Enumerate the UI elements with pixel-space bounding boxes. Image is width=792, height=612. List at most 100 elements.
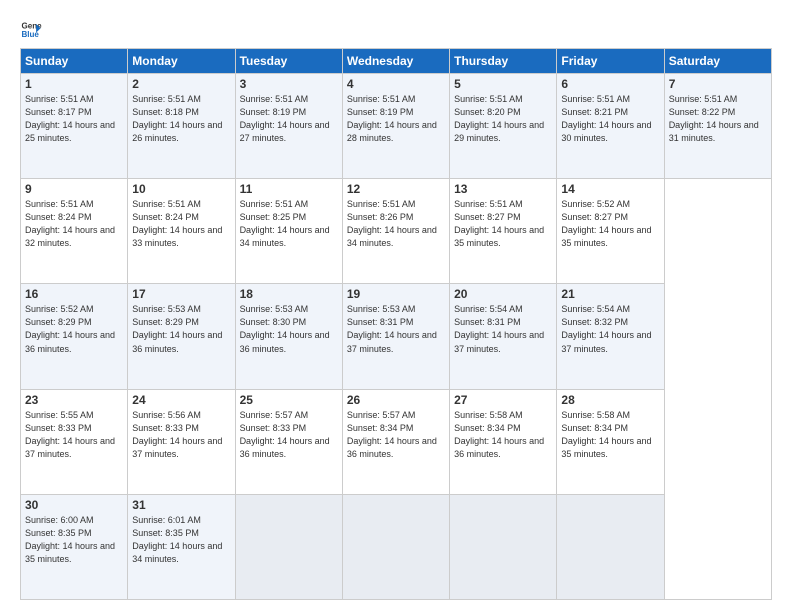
calendar-cell: 28 Sunrise: 5:58 AMSunset: 8:34 PMDayligh… [557,389,664,494]
day-info: Sunrise: 5:51 AMSunset: 8:21 PMDaylight:… [561,93,659,145]
day-number: 3 [240,77,338,91]
calendar-cell: 26 Sunrise: 5:57 AMSunset: 8:34 PMDayligh… [342,389,449,494]
day-info: Sunrise: 6:00 AMSunset: 8:35 PMDaylight:… [25,514,123,566]
calendar-week-row: 1 Sunrise: 5:51 AMSunset: 8:17 PMDaylight… [21,74,772,179]
day-number: 28 [561,393,659,407]
day-info: Sunrise: 5:51 AMSunset: 8:18 PMDaylight:… [132,93,230,145]
calendar-cell: 5 Sunrise: 5:51 AMSunset: 8:20 PMDaylight… [450,74,557,179]
day-info: Sunrise: 5:51 AMSunset: 8:26 PMDaylight:… [347,198,445,250]
calendar-cell: 7 Sunrise: 5:51 AMSunset: 8:22 PMDaylight… [664,74,771,179]
day-info: Sunrise: 5:52 AMSunset: 8:27 PMDaylight:… [561,198,659,250]
day-info: Sunrise: 5:51 AMSunset: 8:20 PMDaylight:… [454,93,552,145]
calendar-cell: 14 Sunrise: 5:52 AMSunset: 8:27 PMDayligh… [557,179,664,284]
header: General Blue [20,18,772,40]
day-number: 12 [347,182,445,196]
calendar-cell: 20 Sunrise: 5:54 AMSunset: 8:31 PMDayligh… [450,284,557,389]
calendar-week-row: 16 Sunrise: 5:52 AMSunset: 8:29 PMDayligh… [21,284,772,389]
day-info: Sunrise: 5:58 AMSunset: 8:34 PMDaylight:… [561,409,659,461]
header-cell-tuesday: Tuesday [235,49,342,74]
day-number: 31 [132,498,230,512]
day-number: 23 [25,393,123,407]
calendar-cell: 13 Sunrise: 5:51 AMSunset: 8:27 PMDayligh… [450,179,557,284]
calendar-cell [557,494,664,599]
day-info: Sunrise: 5:51 AMSunset: 8:25 PMDaylight:… [240,198,338,250]
day-info: Sunrise: 5:53 AMSunset: 8:31 PMDaylight:… [347,303,445,355]
calendar-cell: 31 Sunrise: 6:01 AMSunset: 8:35 PMDayligh… [128,494,235,599]
calendar-cell: 12 Sunrise: 5:51 AMSunset: 8:26 PMDayligh… [342,179,449,284]
day-info: Sunrise: 5:57 AMSunset: 8:34 PMDaylight:… [347,409,445,461]
calendar-cell: 23 Sunrise: 5:55 AMSunset: 8:33 PMDayligh… [21,389,128,494]
calendar-table: SundayMondayTuesdayWednesdayThursdayFrid… [20,48,772,600]
day-info: Sunrise: 5:51 AMSunset: 8:24 PMDaylight:… [132,198,230,250]
day-number: 10 [132,182,230,196]
calendar-cell [450,494,557,599]
day-info: Sunrise: 5:56 AMSunset: 8:33 PMDaylight:… [132,409,230,461]
calendar-cell: 11 Sunrise: 5:51 AMSunset: 8:25 PMDayligh… [235,179,342,284]
day-number: 13 [454,182,552,196]
day-number: 17 [132,287,230,301]
header-cell-sunday: Sunday [21,49,128,74]
header-cell-thursday: Thursday [450,49,557,74]
logo-icon: General Blue [20,18,42,40]
calendar-cell: 19 Sunrise: 5:53 AMSunset: 8:31 PMDayligh… [342,284,449,389]
day-number: 21 [561,287,659,301]
calendar-cell: 24 Sunrise: 5:56 AMSunset: 8:33 PMDayligh… [128,389,235,494]
calendar-week-row: 30 Sunrise: 6:00 AMSunset: 8:35 PMDayligh… [21,494,772,599]
day-number: 26 [347,393,445,407]
day-number: 16 [25,287,123,301]
day-info: Sunrise: 6:01 AMSunset: 8:35 PMDaylight:… [132,514,230,566]
header-cell-saturday: Saturday [664,49,771,74]
day-info: Sunrise: 5:57 AMSunset: 8:33 PMDaylight:… [240,409,338,461]
calendar-cell: 27 Sunrise: 5:58 AMSunset: 8:34 PMDayligh… [450,389,557,494]
calendar-cell: 9 Sunrise: 5:51 AMSunset: 8:24 PMDaylight… [21,179,128,284]
day-info: Sunrise: 5:51 AMSunset: 8:27 PMDaylight:… [454,198,552,250]
header-cell-wednesday: Wednesday [342,49,449,74]
day-number: 19 [347,287,445,301]
calendar-week-row: 9 Sunrise: 5:51 AMSunset: 8:24 PMDaylight… [21,179,772,284]
day-number: 27 [454,393,552,407]
day-info: Sunrise: 5:54 AMSunset: 8:32 PMDaylight:… [561,303,659,355]
day-info: Sunrise: 5:53 AMSunset: 8:30 PMDaylight:… [240,303,338,355]
calendar-cell: 25 Sunrise: 5:57 AMSunset: 8:33 PMDayligh… [235,389,342,494]
day-info: Sunrise: 5:51 AMSunset: 8:19 PMDaylight:… [240,93,338,145]
day-number: 11 [240,182,338,196]
calendar-week-row: 23 Sunrise: 5:55 AMSunset: 8:33 PMDayligh… [21,389,772,494]
day-number: 30 [25,498,123,512]
day-info: Sunrise: 5:51 AMSunset: 8:17 PMDaylight:… [25,93,123,145]
day-info: Sunrise: 5:54 AMSunset: 8:31 PMDaylight:… [454,303,552,355]
calendar-cell: 1 Sunrise: 5:51 AMSunset: 8:17 PMDaylight… [21,74,128,179]
day-number: 14 [561,182,659,196]
day-number: 2 [132,77,230,91]
day-number: 20 [454,287,552,301]
day-number: 24 [132,393,230,407]
day-number: 25 [240,393,338,407]
day-info: Sunrise: 5:51 AMSunset: 8:19 PMDaylight:… [347,93,445,145]
day-number: 6 [561,77,659,91]
day-info: Sunrise: 5:53 AMSunset: 8:29 PMDaylight:… [132,303,230,355]
day-info: Sunrise: 5:58 AMSunset: 8:34 PMDaylight:… [454,409,552,461]
calendar-cell: 10 Sunrise: 5:51 AMSunset: 8:24 PMDayligh… [128,179,235,284]
day-number: 7 [669,77,767,91]
page: General Blue SundayMondayTuesdayWednesda… [0,0,792,612]
calendar-header-row: SundayMondayTuesdayWednesdayThursdayFrid… [21,49,772,74]
day-number: 1 [25,77,123,91]
day-info: Sunrise: 5:55 AMSunset: 8:33 PMDaylight:… [25,409,123,461]
calendar-cell: 16 Sunrise: 5:52 AMSunset: 8:29 PMDayligh… [21,284,128,389]
calendar-cell [235,494,342,599]
day-info: Sunrise: 5:51 AMSunset: 8:22 PMDaylight:… [669,93,767,145]
calendar-cell: 17 Sunrise: 5:53 AMSunset: 8:29 PMDayligh… [128,284,235,389]
day-number: 9 [25,182,123,196]
header-cell-monday: Monday [128,49,235,74]
day-number: 5 [454,77,552,91]
calendar-cell: 3 Sunrise: 5:51 AMSunset: 8:19 PMDaylight… [235,74,342,179]
day-info: Sunrise: 5:51 AMSunset: 8:24 PMDaylight:… [25,198,123,250]
calendar-cell: 6 Sunrise: 5:51 AMSunset: 8:21 PMDaylight… [557,74,664,179]
calendar-cell: 18 Sunrise: 5:53 AMSunset: 8:30 PMDayligh… [235,284,342,389]
day-number: 4 [347,77,445,91]
header-cell-friday: Friday [557,49,664,74]
day-info: Sunrise: 5:52 AMSunset: 8:29 PMDaylight:… [25,303,123,355]
calendar-cell: 2 Sunrise: 5:51 AMSunset: 8:18 PMDaylight… [128,74,235,179]
calendar-cell [342,494,449,599]
calendar-cell: 4 Sunrise: 5:51 AMSunset: 8:19 PMDaylight… [342,74,449,179]
day-number: 18 [240,287,338,301]
